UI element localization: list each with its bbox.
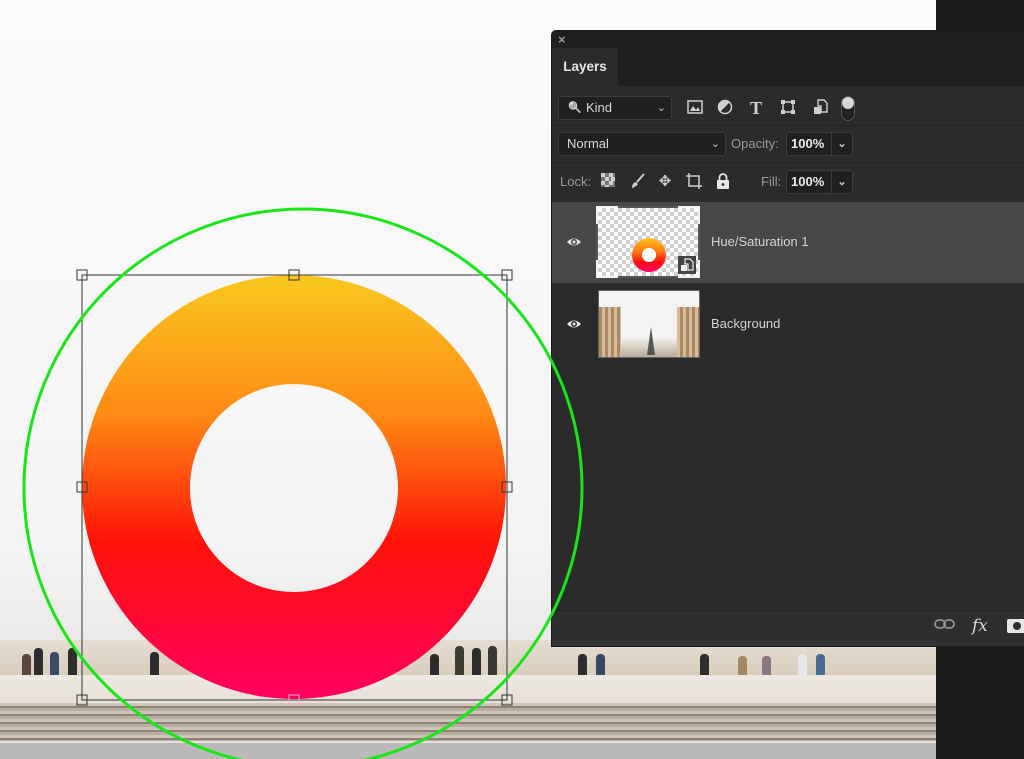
filter-toggle-switch[interactable] xyxy=(841,96,855,121)
image-filter-icon[interactable] xyxy=(686,99,704,117)
transform-handle-bottom xyxy=(288,694,300,706)
visibility-eye-icon[interactable] xyxy=(566,234,582,250)
filter-kind-label: Kind xyxy=(586,100,613,115)
fill-label: Fill: xyxy=(761,174,782,189)
layer-name[interactable]: Background xyxy=(711,316,780,331)
layer-name[interactable]: Hue/Saturation 1 xyxy=(711,234,809,249)
selection-corner xyxy=(596,260,618,278)
layer-filter-row: 🔍 Kind ⌄ T xyxy=(552,87,1024,126)
fx-icon[interactable]: fx xyxy=(972,616,988,636)
tab-layers[interactable]: Layers xyxy=(552,48,618,86)
lock-all-icon[interactable] xyxy=(714,173,732,191)
selection-corner xyxy=(596,206,618,224)
toggle-knob xyxy=(842,97,854,109)
opacity-value: 100% xyxy=(791,136,825,151)
fill-value: 100% xyxy=(791,174,825,189)
lock-label: Lock: xyxy=(560,174,592,189)
layer-row-hue-saturation[interactable]: Hue/Saturation 1 xyxy=(552,202,1024,283)
panel-title-bar[interactable]: × xyxy=(552,31,1024,48)
transform-handle-bottom-right xyxy=(501,694,513,706)
transform-handle-top-left xyxy=(76,269,88,281)
opacity-dropdown-button[interactable]: ⌄ xyxy=(831,133,852,155)
donut-shape xyxy=(82,275,507,699)
panel-bottom-toolbar: fx xyxy=(552,610,1024,643)
close-panel-button[interactable]: × xyxy=(558,32,566,47)
transform-handle-top xyxy=(288,269,300,281)
thumbnail-colonnade-right xyxy=(677,307,699,357)
selection-corner xyxy=(678,206,700,224)
layer-row-background[interactable]: Background xyxy=(552,284,1024,365)
lock-position-move-icon[interactable]: ✥ xyxy=(656,173,674,191)
search-icon: 🔍 xyxy=(568,102,582,114)
fill-dropdown-button[interactable]: ⌄ xyxy=(831,171,852,193)
filter-kind-select[interactable]: 🔍 Kind ⌄ xyxy=(558,96,672,120)
chevron-down-icon: ⌄ xyxy=(710,138,720,150)
chevron-down-icon: ⌄ xyxy=(656,102,666,114)
transform-handle-right xyxy=(501,481,513,493)
blend-opacity-row: Normal ⌄ Opacity: 100% ⌄ xyxy=(552,126,1024,163)
smart-object-badge-icon xyxy=(678,256,696,274)
smart-object-filter-icon[interactable] xyxy=(811,99,829,117)
type-filter-icon[interactable]: T xyxy=(747,99,765,117)
lock-image-pixels-brush-icon[interactable] xyxy=(629,173,647,191)
layer-thumbnail-smart-object[interactable] xyxy=(596,206,700,278)
thumbnail-eiffel-tower xyxy=(647,327,655,355)
transform-handle-left xyxy=(76,481,88,493)
link-layers-icon[interactable] xyxy=(934,617,956,635)
transform-handle-bottom-left xyxy=(76,694,88,706)
blend-mode-select[interactable]: Normal ⌄ xyxy=(558,132,726,156)
opacity-label: Opacity: xyxy=(731,136,779,151)
opacity-field[interactable]: 100% ⌄ xyxy=(786,132,853,156)
layer-thumbnail-photo[interactable] xyxy=(598,290,700,358)
panel-resize-edge[interactable] xyxy=(552,642,1024,646)
lock-artboard-icon[interactable] xyxy=(685,173,703,191)
adjustment-filter-icon[interactable] xyxy=(716,99,734,117)
panel-tab-bar: Layers xyxy=(552,48,1024,86)
add-mask-icon[interactable] xyxy=(1007,619,1024,633)
thumbnail-colonnade-left xyxy=(599,307,621,357)
lock-transparent-pixels-icon[interactable] xyxy=(599,173,617,191)
visibility-eye-icon[interactable] xyxy=(566,316,582,332)
transform-handle-top-right xyxy=(501,269,513,281)
lock-fill-row: Lock: ✥ Fill: 100% ⌄ xyxy=(552,163,1024,201)
shape-filter-icon[interactable] xyxy=(779,99,797,117)
fill-field[interactable]: 100% ⌄ xyxy=(786,170,853,194)
thumbnail-donut xyxy=(632,238,666,272)
layers-panel: × Layers 🔍 Kind ⌄ T Normal ⌄ Opacity: 10… xyxy=(552,31,1024,646)
blend-mode-value: Normal xyxy=(567,136,609,151)
